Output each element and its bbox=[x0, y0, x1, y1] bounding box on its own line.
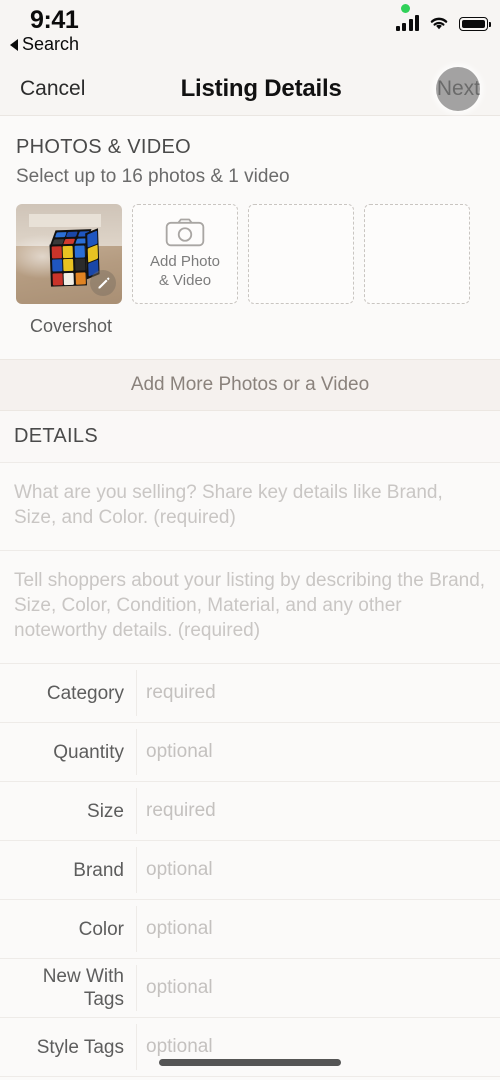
back-triangle-icon bbox=[10, 38, 18, 51]
status-bar: 9:41 Search bbox=[0, 0, 500, 62]
covershot-thumbnail[interactable] bbox=[16, 204, 122, 304]
detail-row[interactable]: New With Tags optional bbox=[0, 959, 500, 1019]
detail-row-label: Style Tags bbox=[36, 1036, 124, 1058]
detail-row-label: Brand bbox=[73, 859, 124, 881]
detail-row-value: optional bbox=[146, 741, 213, 763]
detail-row[interactable]: Quantity optional bbox=[0, 723, 500, 783]
add-more-photos-button[interactable]: Add More Photos or a Video bbox=[0, 359, 500, 411]
listing-description-field[interactable]: Tell shoppers about your listing by desc… bbox=[0, 551, 500, 665]
empty-photo-slot[interactable] bbox=[248, 204, 354, 304]
listing-title-placeholder: What are you selling? Share key details … bbox=[14, 482, 443, 528]
add-photo-video-slot[interactable]: Add Photo & Video bbox=[132, 204, 238, 304]
detail-row-value: required bbox=[146, 800, 216, 822]
back-to-search-label: Search bbox=[22, 34, 80, 54]
detail-row-value: optional bbox=[146, 977, 213, 999]
covershot-label: Covershot bbox=[30, 316, 113, 336]
listing-description-placeholder: Tell shoppers about your listing by desc… bbox=[14, 570, 486, 641]
navigation-bar: Cancel Listing Details Next bbox=[0, 62, 500, 116]
cube-front-face bbox=[49, 243, 87, 287]
add-photo-video-label: Add Photo & Video bbox=[149, 253, 221, 289]
battery-icon bbox=[459, 17, 491, 31]
detail-row-value: required bbox=[146, 682, 216, 704]
detail-row-value: optional bbox=[146, 1036, 213, 1058]
photo-baseboard bbox=[28, 214, 101, 227]
details-form-rows: Category required Quantity optional Size requ… bbox=[0, 664, 500, 1078]
detail-row[interactable]: Category required bbox=[0, 664, 500, 724]
listing-title-field[interactable]: What are you selling? Share key details … bbox=[0, 463, 500, 552]
detail-row-label: Quantity bbox=[53, 741, 124, 763]
page-title: Listing Details bbox=[180, 74, 342, 102]
detail-row[interactable]: Size required bbox=[0, 782, 500, 842]
rubiks-cube-object bbox=[41, 228, 100, 287]
photos-section: PHOTOS & VIDEO Select up to 16 photos & … bbox=[0, 116, 500, 337]
edit-photo-badge[interactable] bbox=[90, 270, 116, 296]
camera-icon bbox=[165, 218, 205, 247]
empty-photo-slot[interactable] bbox=[364, 204, 470, 304]
listing-details-screen: 9:41 Search Cancel Listing Details Next … bbox=[0, 0, 500, 1080]
recording-dot-icon bbox=[401, 4, 410, 13]
photo-slots: Add Photo & Video bbox=[16, 204, 484, 304]
details-section-header: DETAILS bbox=[0, 411, 500, 463]
status-icons bbox=[395, 14, 491, 31]
detail-row-label: Category bbox=[46, 682, 124, 704]
status-time: 9:41 bbox=[30, 6, 79, 34]
detail-row-label: New With Tags bbox=[42, 966, 124, 1011]
photos-section-header: PHOTOS & VIDEO bbox=[16, 136, 191, 158]
detail-row[interactable]: Brand optional bbox=[0, 841, 500, 901]
detail-row[interactable]: Color optional bbox=[0, 900, 500, 960]
detail-row[interactable]: Style Tags optional bbox=[0, 1018, 500, 1078]
back-to-search-indicator[interactable]: Search bbox=[10, 34, 79, 55]
detail-row-label: Size bbox=[87, 800, 124, 822]
home-indicator bbox=[159, 1059, 341, 1066]
pencil-icon bbox=[98, 277, 109, 288]
photos-section-subtitle: Select up to 16 photos & 1 video bbox=[16, 166, 290, 187]
next-button[interactable]: Next bbox=[436, 66, 481, 111]
next-button-label: Next bbox=[436, 76, 480, 100]
cellular-icon bbox=[395, 15, 419, 31]
wifi-icon bbox=[430, 17, 448, 30]
cancel-button[interactable]: Cancel bbox=[20, 77, 85, 101]
detail-row-label: Color bbox=[78, 918, 124, 940]
detail-row-value: optional bbox=[146, 859, 213, 881]
detail-row-value: optional bbox=[146, 918, 213, 940]
